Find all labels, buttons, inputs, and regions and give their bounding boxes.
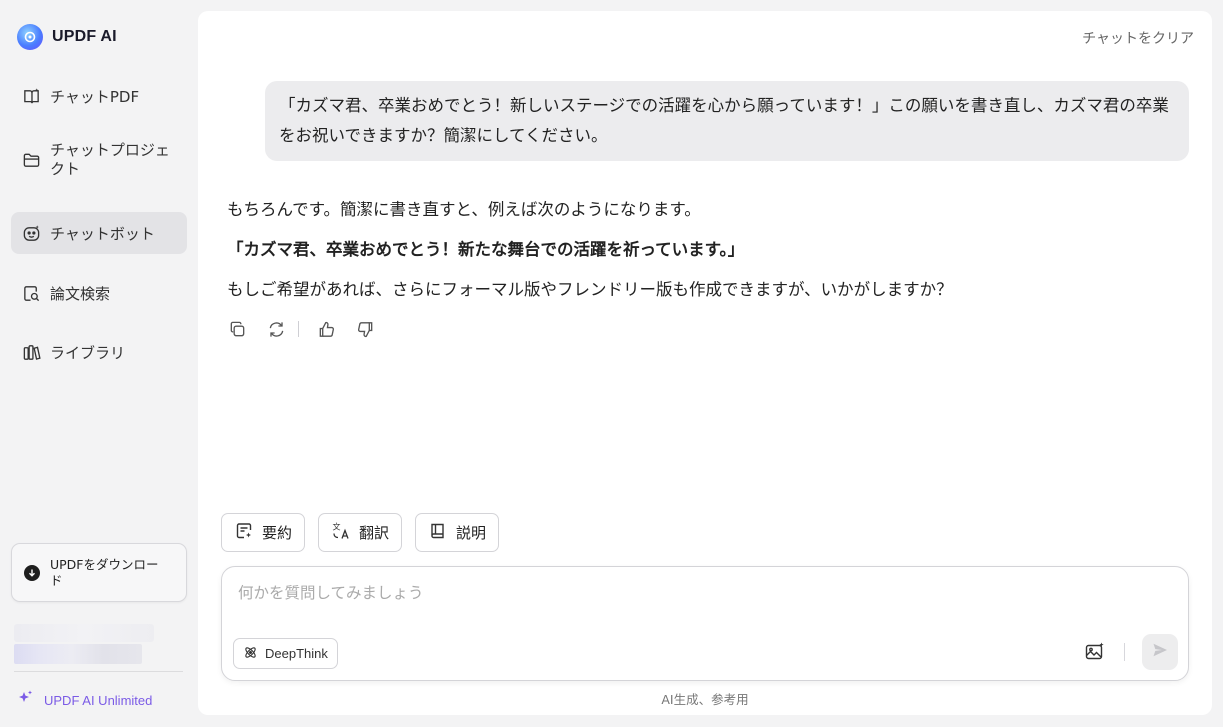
download-icon xyxy=(24,564,40,581)
sidebar-item-label: チャットボット xyxy=(50,224,155,243)
svg-text:文: 文 xyxy=(333,521,341,531)
explain-book-icon xyxy=(428,521,448,545)
sidebar-item-library[interactable]: ライブラリ xyxy=(11,331,187,373)
book-ai-icon xyxy=(21,86,41,106)
ai-disclaimer: AI生成、参考用 xyxy=(661,692,749,707)
user-email-blurred xyxy=(14,644,142,664)
download-updf-button[interactable]: UPDFをダウンロード xyxy=(11,543,187,602)
deepthink-atom-icon xyxy=(243,645,258,663)
send-button[interactable] xyxy=(1142,634,1178,670)
upgrade-unlimited-link[interactable]: UPDF AI Unlimited xyxy=(16,689,152,711)
library-icon xyxy=(21,342,41,362)
summarize-button[interactable]: 要約 xyxy=(221,513,306,552)
actions-divider xyxy=(298,321,299,337)
sidebar-item-label: チャットプロジェクト xyxy=(50,141,170,178)
unlimited-label: UPDF AI Unlimited xyxy=(44,692,153,708)
sidebar-item-label: チャットPDF xyxy=(50,87,140,106)
sidebar-item-paper-search[interactable]: 論文検索 xyxy=(11,272,187,314)
search-document-icon xyxy=(21,283,41,303)
download-label: UPDFをダウンロード xyxy=(50,556,159,588)
user-name-blurred xyxy=(14,624,154,642)
brand-title: UPDF AI xyxy=(52,28,117,45)
user-message-bubble: 「カズマ君、卒業おめでとう！新しいステージでの活躍を心から願っています！」この願… xyxy=(265,81,1189,161)
translate-label: 翻訳 xyxy=(359,524,390,542)
folder-icon xyxy=(21,150,41,170)
answer-intro: もちろんです。簡潔に書き直すと、例えば次のようになります。 xyxy=(227,200,701,219)
sidebar-divider xyxy=(14,671,183,672)
updf-logo-icon xyxy=(17,24,43,50)
regenerate-icon[interactable] xyxy=(265,318,287,340)
bot-icon xyxy=(21,223,41,243)
deepthink-label: DeepThink xyxy=(265,646,328,661)
summary-icon xyxy=(234,521,254,545)
message-composer: DeepThink xyxy=(221,566,1189,681)
composer-divider xyxy=(1124,643,1125,661)
assistant-answer: もちろんです。簡潔に書き直すと、例えば次のようになります。 「カズマ君、卒業おめ… xyxy=(227,197,1187,317)
translate-button[interactable]: 文 翻訳 xyxy=(318,513,403,552)
answer-highlight: 「カズマ君、卒業おめでとう！新たな舞台での活躍を祈っています。」 xyxy=(227,240,745,259)
copy-icon[interactable] xyxy=(226,318,248,340)
explain-label: 説明 xyxy=(456,524,487,542)
sidebar-item-chatbot[interactable]: チャットボット xyxy=(11,212,187,254)
deepthink-toggle[interactable]: DeepThink xyxy=(233,638,338,669)
answer-actions xyxy=(226,318,393,340)
sparkle-icon xyxy=(16,689,34,711)
sidebar-item-chat-pdf[interactable]: チャットPDF xyxy=(11,72,187,120)
sidebar-item-label: 論文検索 xyxy=(50,284,111,303)
sidebar-item-label: ライブラリ xyxy=(50,343,126,362)
sidebar-item-chat-project[interactable]: チャットプロジェクト xyxy=(11,131,187,189)
chat-panel: チャットをクリア 「カズマ君、卒業おめでとう！新しいステージでの活躍を心から願っ… xyxy=(198,11,1212,715)
thumbs-down-icon[interactable] xyxy=(354,318,376,340)
user-account-blurred[interactable] xyxy=(14,624,154,664)
image-upload-icon[interactable] xyxy=(1084,641,1108,665)
explain-button[interactable]: 説明 xyxy=(415,513,500,552)
sidebar: UPDF AI チャットPDF チャットプロジェクト チャットボット 論文検索 xyxy=(0,0,198,727)
sidebar-nav: チャットPDF チャットプロジェクト チャットボット 論文検索 ライブラリ xyxy=(11,72,187,373)
summarize-label: 要約 xyxy=(262,524,293,542)
question-input[interactable] xyxy=(238,581,1138,605)
answer-outro: もしご希望があれば、さらにフォーマル版やフレンドリー版も作成できますが、いかがし… xyxy=(227,280,953,299)
quick-action-chips: 要約 文 翻訳 説明 xyxy=(221,513,500,552)
send-arrow-icon xyxy=(1151,641,1169,663)
brand[interactable]: UPDF AI xyxy=(17,24,117,50)
translate-icon: 文 xyxy=(331,521,351,545)
clear-chat-button[interactable]: チャットをクリア xyxy=(1082,28,1194,48)
thumbs-up-icon[interactable] xyxy=(315,318,337,340)
